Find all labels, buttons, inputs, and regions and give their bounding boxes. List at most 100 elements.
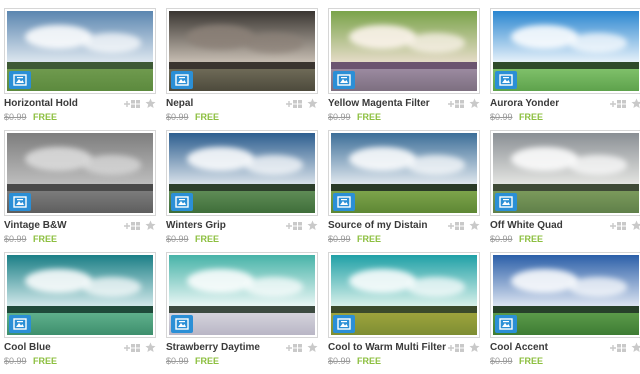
filter-actions bbox=[610, 98, 640, 109]
thumbnail-cloud bbox=[406, 277, 466, 297]
filter-thumbnail[interactable] bbox=[4, 8, 156, 94]
filter-thumbnail[interactable] bbox=[328, 130, 480, 216]
thumbnail-cloud bbox=[406, 155, 466, 175]
thumbnail-image bbox=[493, 255, 639, 335]
star-icon[interactable] bbox=[307, 342, 318, 353]
filter-actions bbox=[286, 342, 318, 353]
old-price: $0.99 bbox=[4, 356, 27, 366]
add-grid-icon[interactable] bbox=[448, 221, 466, 231]
add-grid-icon[interactable] bbox=[286, 99, 304, 109]
star-icon[interactable] bbox=[145, 342, 156, 353]
filter-card[interactable]: Off White Quad $0.99 FREE bbox=[490, 130, 640, 248]
image-badge-icon[interactable] bbox=[171, 315, 193, 333]
image-badge-icon[interactable] bbox=[171, 193, 193, 211]
price-row: $0.99 FREE bbox=[490, 112, 543, 122]
filter-thumbnail[interactable] bbox=[490, 130, 640, 216]
image-badge-icon[interactable] bbox=[333, 193, 355, 211]
price-row: $0.99 FREE bbox=[328, 112, 381, 122]
add-grid-icon[interactable] bbox=[286, 221, 304, 231]
thumbnail-cloud bbox=[82, 155, 142, 175]
filter-card[interactable]: Horizontal Hold $0.99 FREE bbox=[4, 8, 156, 126]
image-badge-icon[interactable] bbox=[333, 71, 355, 89]
old-price: $0.99 bbox=[490, 234, 513, 244]
price-row: $0.99 FREE bbox=[4, 112, 57, 122]
filter-thumbnail[interactable] bbox=[166, 252, 318, 338]
star-icon[interactable] bbox=[307, 220, 318, 231]
filter-actions bbox=[286, 220, 318, 231]
filter-actions bbox=[124, 342, 156, 353]
filter-title: Yellow Magenta Filter bbox=[328, 98, 430, 109]
image-badge-icon[interactable] bbox=[9, 71, 31, 89]
filter-thumbnail[interactable] bbox=[166, 8, 318, 94]
star-icon[interactable] bbox=[631, 98, 640, 109]
free-label: FREE bbox=[519, 234, 544, 244]
filter-title: Horizontal Hold bbox=[4, 98, 78, 109]
star-icon[interactable] bbox=[631, 342, 640, 353]
thumbnail-image bbox=[7, 133, 153, 213]
image-badge-icon[interactable] bbox=[171, 71, 193, 89]
add-grid-icon[interactable] bbox=[610, 343, 628, 353]
add-grid-icon[interactable] bbox=[124, 221, 142, 231]
image-badge-icon[interactable] bbox=[9, 193, 31, 211]
filter-card[interactable]: Aurora Yonder $0.99 FREE bbox=[490, 8, 640, 126]
star-icon[interactable] bbox=[469, 98, 480, 109]
price-row: $0.99 FREE bbox=[328, 234, 381, 244]
star-icon[interactable] bbox=[145, 220, 156, 231]
image-badge-icon[interactable] bbox=[495, 193, 517, 211]
image-badge-icon[interactable] bbox=[9, 315, 31, 333]
filter-actions bbox=[124, 220, 156, 231]
free-label: FREE bbox=[357, 356, 382, 366]
filter-thumbnail[interactable] bbox=[4, 130, 156, 216]
add-grid-icon[interactable] bbox=[124, 99, 142, 109]
old-price: $0.99 bbox=[166, 356, 189, 366]
add-grid-icon[interactable] bbox=[610, 99, 628, 109]
filter-actions bbox=[448, 220, 480, 231]
filter-thumbnail[interactable] bbox=[328, 8, 480, 94]
filter-title: Off White Quad bbox=[490, 220, 563, 231]
filter-card[interactable]: Cool Blue $0.99 FREE bbox=[4, 252, 156, 370]
price-row: $0.99 FREE bbox=[490, 356, 543, 366]
add-grid-icon[interactable] bbox=[124, 343, 142, 353]
filter-thumbnail[interactable] bbox=[490, 252, 640, 338]
filter-title: Winters Grip bbox=[166, 220, 226, 231]
filter-card[interactable]: Nepal $0.99 FREE bbox=[166, 8, 318, 126]
star-icon[interactable] bbox=[469, 342, 480, 353]
free-label: FREE bbox=[195, 234, 220, 244]
old-price: $0.99 bbox=[328, 356, 351, 366]
image-badge-icon[interactable] bbox=[495, 71, 517, 89]
thumbnail-image bbox=[331, 133, 477, 213]
free-label: FREE bbox=[357, 234, 382, 244]
thumbnail-image bbox=[169, 11, 315, 91]
add-grid-icon[interactable] bbox=[448, 99, 466, 109]
filter-thumbnail[interactable] bbox=[328, 252, 480, 338]
free-label: FREE bbox=[519, 356, 544, 366]
thumbnail-image bbox=[7, 11, 153, 91]
star-icon[interactable] bbox=[307, 98, 318, 109]
filter-thumbnail[interactable] bbox=[4, 252, 156, 338]
image-badge-icon[interactable] bbox=[333, 315, 355, 333]
thumbnail-image bbox=[493, 133, 639, 213]
image-badge-icon[interactable] bbox=[495, 315, 517, 333]
free-label: FREE bbox=[33, 234, 58, 244]
filter-card[interactable]: Cool to Warm Multi Filter $0.99 FREE bbox=[328, 252, 480, 370]
add-grid-icon[interactable] bbox=[610, 221, 628, 231]
add-grid-icon[interactable] bbox=[286, 343, 304, 353]
star-icon[interactable] bbox=[631, 220, 640, 231]
old-price: $0.99 bbox=[4, 234, 27, 244]
filter-title: Strawberry Daytime bbox=[166, 342, 260, 353]
thumbnail-cloud bbox=[82, 277, 142, 297]
filter-title: Cool Accent bbox=[490, 342, 548, 353]
filter-thumbnail[interactable] bbox=[490, 8, 640, 94]
filter-card[interactable]: Vintage B&W $0.99 FREE bbox=[4, 130, 156, 248]
filter-card[interactable]: Yellow Magenta Filter $0.99 FREE bbox=[328, 8, 480, 126]
old-price: $0.99 bbox=[490, 112, 513, 122]
filter-card[interactable]: Cool Accent $0.99 FREE bbox=[490, 252, 640, 370]
star-icon[interactable] bbox=[469, 220, 480, 231]
old-price: $0.99 bbox=[490, 356, 513, 366]
star-icon[interactable] bbox=[145, 98, 156, 109]
filter-card[interactable]: Strawberry Daytime $0.99 FREE bbox=[166, 252, 318, 370]
filter-card[interactable]: Source of my Distain $0.99 FREE bbox=[328, 130, 480, 248]
add-grid-icon[interactable] bbox=[448, 343, 466, 353]
filter-thumbnail[interactable] bbox=[166, 130, 318, 216]
filter-card[interactable]: Winters Grip $0.99 FREE bbox=[166, 130, 318, 248]
